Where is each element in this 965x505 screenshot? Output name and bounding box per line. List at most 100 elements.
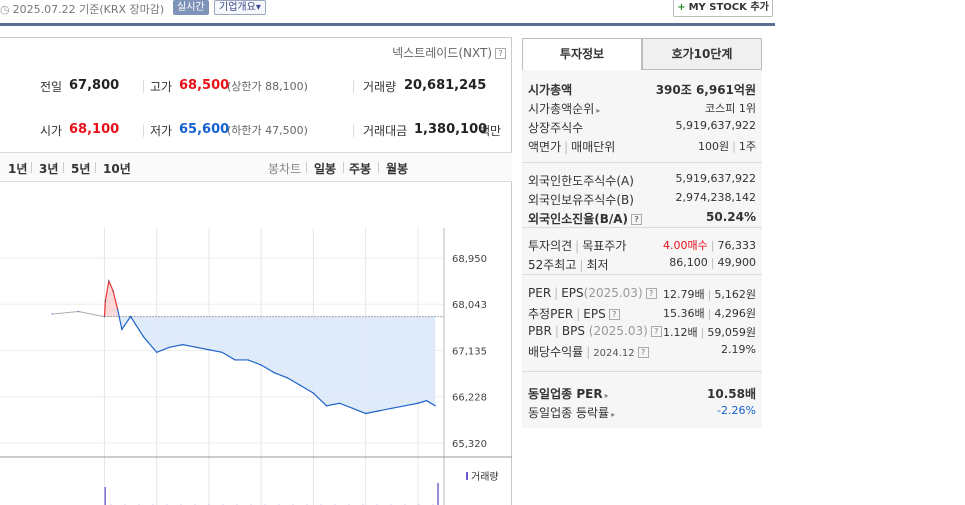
section-opinion: 투자의견 | 목표주가 4.00매수 | 76,333 52주최고 | 최저 86,100 |… (522, 229, 762, 275)
dividend-yield-value: 2.19% (721, 343, 756, 356)
trade-unit-value: 1주 (738, 140, 756, 153)
trade-amount-label: 거래대금 (363, 124, 408, 138)
divider: | (564, 140, 569, 154)
realtime-badge[interactable]: 실시간 (173, 0, 209, 15)
intraday-chart[interactable]: 07/2210:0011:0012:0013:0014:0015:0068,95… (0, 188, 512, 505)
candle-chart-label: 봉차트 (268, 162, 302, 176)
y-tick-label: 65,320 (452, 439, 487, 450)
foreign-limit-label: 외국인한도주식수(A) (528, 174, 634, 188)
data-point (51, 313, 54, 315)
per-label: PER (528, 286, 552, 300)
data-point (351, 407, 354, 410)
chevron-right-icon: ▸ (604, 391, 609, 400)
foreign-ratio-value: 50.24% (706, 210, 756, 224)
quote-panel: 넥스트레이드(NXT)? 전일 67,800 고가 68,500 (상한가 88… (0, 37, 512, 505)
bps-period: (2025.03) (588, 324, 648, 338)
header-rule (0, 23, 775, 26)
dividend-period: 2024.12 (593, 348, 635, 359)
volume-bar-close (437, 483, 439, 505)
data-point (155, 351, 158, 354)
est-eps-label: EPS (583, 307, 606, 321)
foreign-ratio-label: 외국인소진율(B/A) (528, 212, 629, 226)
data-point (299, 384, 302, 387)
divider: | (710, 239, 715, 252)
row-est-per: 추정PER | EPS? 15.36배 | 4,296원 (528, 305, 756, 323)
invest-info-body: 시가총액 390조 6,961억원 시가총액순위 ▸ 코스피 1위 상장주식수 5… (522, 70, 762, 428)
data-point (404, 404, 406, 407)
data-point (417, 402, 419, 405)
data-point (103, 315, 106, 318)
divider: | (710, 256, 715, 269)
nxt-label[interactable]: 넥스트레이드(NXT)? (392, 44, 506, 61)
company-overview-button[interactable]: 기업개요▾ (214, 0, 266, 15)
market-cap-rank-label: 시가총액순위 (528, 102, 595, 116)
data-point (142, 336, 145, 338)
data-point (221, 351, 223, 354)
price-chart-svg: 07/2210:0011:0012:0013:0014:0015:0068,95… (0, 228, 512, 505)
industry-change-link[interactable]: 동일업종 등락률 ▸ (528, 404, 615, 421)
data-point (390, 407, 393, 410)
high-52w-label: 52주최고 (528, 258, 577, 272)
pbr-value: 1.12배 (663, 326, 698, 339)
tab-5y[interactable]: 5년 (71, 160, 90, 177)
data-point (286, 376, 289, 379)
eps-label: EPS (561, 286, 584, 300)
listed-shares-value: 5,919,637,922 (675, 119, 756, 132)
par-value: 100원 (698, 140, 730, 153)
divider: | (554, 286, 559, 300)
tab-10y[interactable]: 10년 (103, 160, 131, 177)
help-icon[interactable]: ? (650, 326, 662, 337)
data-point (325, 404, 328, 407)
chevron-right-icon: ▸ (596, 106, 601, 115)
data-point (377, 410, 380, 412)
tab-weekly[interactable]: 주봉 (349, 160, 371, 177)
pbr-label: PBR (528, 324, 552, 338)
row-per: PER | EPS(2025.03)? 12.79배 | 5,162원 (528, 286, 756, 304)
quote-row-1: 전일 67,800 고가 68,500 (상한가 88,100) 거래량 20,… (0, 78, 512, 98)
row-dividend: 배당수익률 | 2024.12? 2.19% (528, 343, 756, 361)
row-industry-change: 동일업종 등락률 ▸ -2.26% (528, 404, 756, 422)
divider: | (576, 307, 581, 321)
per-value: 12.79배 (663, 288, 705, 301)
data-point (182, 343, 184, 346)
row-par-value: 액면가 | 매매단위 100원 | 1주 (528, 138, 756, 156)
market-cap-rank-link[interactable]: 시가총액순위 ▸ (528, 100, 600, 117)
row-market-cap-rank: 시가총액순위 ▸ 코스피 1위 (528, 100, 756, 118)
row-listed-shares: 상장주식수 5,919,637,922 (528, 119, 756, 137)
par-value-label: 액면가 (528, 140, 562, 154)
divider (143, 124, 144, 137)
quote-row-2: 시가 68,100 저가 65,600 (하한가 47,500) 거래대금 1,… (0, 122, 512, 142)
help-icon[interactable]: ? (631, 214, 643, 225)
data-point (338, 402, 341, 405)
help-icon[interactable]: ? (608, 309, 620, 320)
data-point (77, 310, 80, 313)
data-point (425, 399, 428, 402)
market-cap-value: 390조 6,961억원 (655, 83, 756, 97)
help-icon[interactable]: ? (645, 288, 657, 299)
divider: | (700, 326, 705, 339)
tab-orderbook-10[interactable]: 호가10단계 (642, 38, 762, 70)
mystock-add-button[interactable]: + MY STOCK 추가 (673, 0, 773, 17)
divider: | (579, 258, 584, 272)
help-icon[interactable]: ? (637, 347, 649, 358)
tab-1y[interactable]: 1년 (8, 160, 27, 177)
volume-legend-swatch (466, 472, 468, 480)
prev-close-value: 67,800 (69, 78, 120, 93)
help-icon[interactable]: ? (495, 48, 506, 59)
high-label: 고가 (150, 80, 173, 94)
divider (306, 162, 307, 173)
section-valuation: PER | EPS(2025.03)? 12.79배 | 5,162원 추정PER | EP… (522, 276, 762, 372)
tab-invest-info[interactable]: 투자정보 (522, 38, 642, 70)
row-52week: 52주최고 | 최저 86,100 | 49,900 (528, 256, 756, 274)
tab-3y[interactable]: 3년 (39, 160, 58, 177)
data-point (234, 359, 236, 361)
bps-value: 59,059원 (707, 326, 756, 339)
industry-per-link[interactable]: 동일업종 PER ▸ (528, 385, 609, 402)
tab-daily[interactable]: 일봉 (314, 160, 336, 177)
low-label: 저가 (150, 124, 173, 138)
divider (143, 80, 144, 93)
tab-monthly[interactable]: 월봉 (386, 160, 408, 177)
upper-limit-value: (상한가 88,100) (227, 80, 308, 93)
target-price-value: 76,333 (717, 239, 757, 252)
target-price-label: 목표주가 (582, 239, 627, 253)
